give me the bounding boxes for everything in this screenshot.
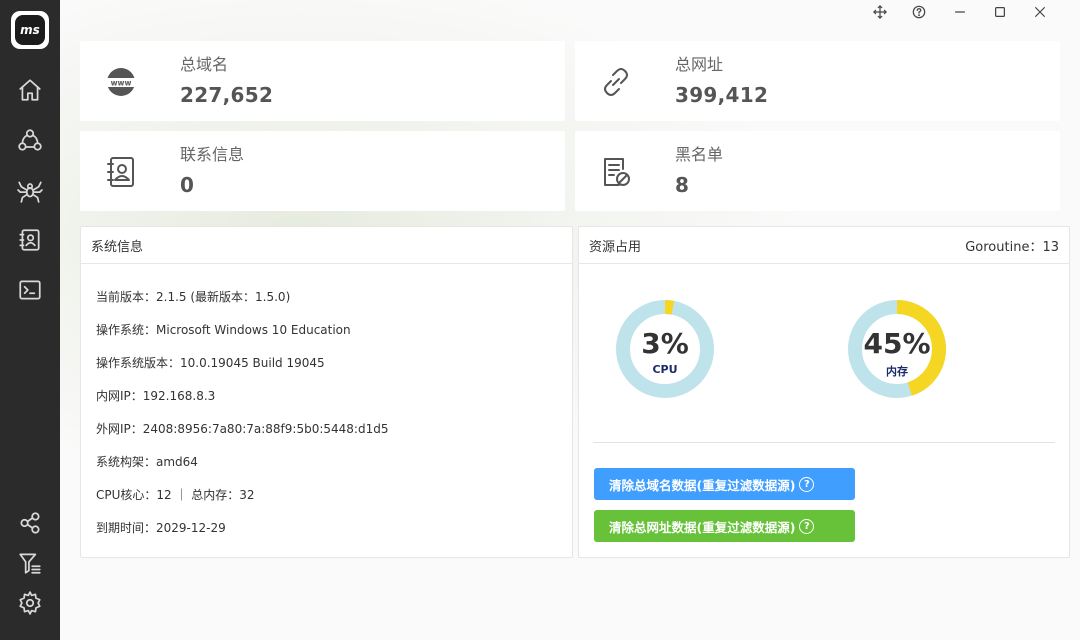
clear-domains-button[interactable]: 清除总域名数据(重复过滤数据源) ? [594, 468, 855, 500]
close-icon[interactable] [1029, 2, 1051, 22]
memory-gauge: 45% 内存 [847, 299, 947, 399]
gauge-percent: 45% [863, 327, 931, 360]
help-icon[interactable] [908, 2, 930, 22]
stat-card-urls: 总网址 399,412 [575, 41, 1060, 121]
stat-label: 总域名 [180, 55, 229, 74]
question-icon[interactable]: ? [799, 476, 815, 492]
move-icon[interactable] [869, 2, 891, 22]
link-icon [599, 65, 633, 99]
network-icon[interactable] [15, 125, 45, 155]
blacklist-doc-icon [599, 155, 633, 189]
svg-text:www: www [111, 79, 132, 88]
stat-card-blacklist: 黑名单 8 [575, 131, 1060, 211]
stat-value: 0 [180, 173, 195, 197]
question-icon[interactable]: ? [799, 518, 815, 534]
stat-value: 399,412 [675, 83, 769, 107]
sidebar: ms [0, 0, 60, 640]
info-line: 操作系统版本：10.0.19045 Build 19045 [96, 356, 325, 370]
clear-urls-button[interactable]: 清除总网址数据(重复过滤数据源) ? [594, 510, 855, 542]
divider [593, 442, 1055, 443]
info-line: 到期时间：2029-12-29 [96, 521, 226, 535]
window-controls [860, 0, 1080, 24]
info-line: 系统构架：amd64 [96, 455, 198, 469]
stat-label: 总网址 [675, 55, 724, 74]
home-icon[interactable] [15, 75, 45, 105]
minimize-icon[interactable] [949, 2, 971, 22]
cpu-gauge: 3% CPU [615, 299, 715, 399]
info-line: 操作系统：Microsoft Windows 10 Education [96, 323, 351, 337]
resource-panel: 资源占用 Goroutine：13 3% CPU 45% 内存 清除总域名数据(… [578, 226, 1070, 558]
button-label: 清除总域名数据(重复过滤数据源) [609, 477, 796, 493]
panel-header: 系统信息 [81, 227, 572, 264]
gauge-percent: 3% [641, 327, 689, 360]
system-info-panel: 系统信息 当前版本：2.1.5 (最新版本：1.5.0) 操作系统：Micros… [80, 226, 573, 558]
gauge-label: CPU [652, 363, 678, 376]
panel-title: 资源占用 [589, 239, 642, 255]
info-line: 当前版本：2.1.5 (最新版本：1.5.0) [96, 290, 291, 304]
app-logo-text: ms [15, 15, 45, 45]
stat-card-domains: www 总域名 227,652 [80, 41, 565, 121]
button-label: 清除总网址数据(重复过滤数据源) [609, 519, 796, 535]
stat-label: 黑名单 [675, 145, 724, 164]
info-line: 外网IP：2408:8956:7a80:7a:88f9:5b0:5448:d1d… [96, 422, 389, 436]
share-icon[interactable] [15, 508, 45, 538]
filter-list-icon[interactable] [15, 548, 45, 578]
contact-book-icon [104, 155, 138, 189]
gauge-label: 内存 [886, 365, 908, 378]
settings-icon[interactable] [15, 588, 45, 618]
spider-icon[interactable] [15, 175, 45, 205]
stat-value: 8 [675, 173, 690, 197]
stat-value: 227,652 [180, 83, 274, 107]
info-line: CPU核心：12 ｜ 总内存：32 [96, 488, 255, 502]
terminal-icon[interactable] [15, 275, 45, 305]
panel-title: 系统信息 [91, 239, 144, 255]
panel-header: 资源占用 Goroutine：13 [579, 227, 1069, 264]
stat-card-contacts: 联系信息 0 [80, 131, 565, 211]
app-logo[interactable]: ms [11, 11, 49, 49]
goroutine-count: Goroutine：13 [965, 239, 1059, 255]
stat-label: 联系信息 [180, 145, 245, 164]
maximize-icon[interactable] [989, 2, 1011, 22]
system-info-list: 当前版本：2.1.5 (最新版本：1.5.0) 操作系统：Microsoft W… [81, 264, 572, 552]
info-line: 内网IP：192.168.8.3 [96, 389, 216, 403]
www-icon: www [104, 65, 138, 99]
contacts-icon[interactable] [15, 225, 45, 255]
